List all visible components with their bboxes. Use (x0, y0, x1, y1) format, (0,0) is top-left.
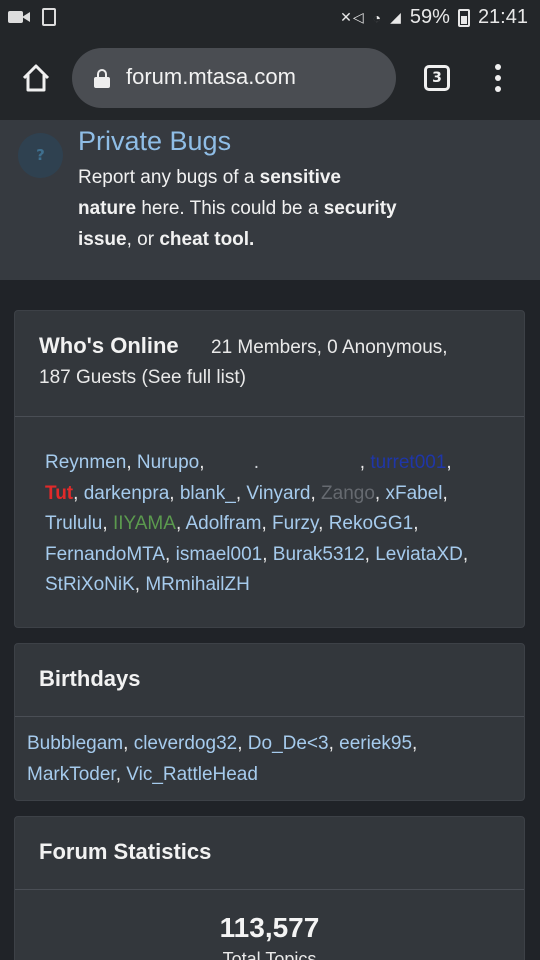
divider (15, 716, 524, 717)
user-link[interactable]: RekoGG1 (329, 513, 413, 534)
user-link[interactable]: ismael001 (176, 544, 263, 565)
online-users-list: Reynmen, Nurupo, ., turret001, Tut, dark… (45, 448, 515, 601)
address-bar[interactable]: forum.mtasa.com (72, 48, 396, 108)
status-bar: ✕◁ ◔ ◢ 59% 21:41 (0, 0, 540, 36)
total-topics-value: 113,577 (219, 912, 320, 943)
tab-switcher-button[interactable]: 3 (424, 65, 450, 91)
user-link[interactable]: Vic_RattleHead (126, 764, 258, 785)
user-link[interactable]: Furzy (272, 513, 318, 534)
mute-icon: ✕◁ (340, 9, 365, 25)
url-text: forum.mtasa.com (126, 64, 296, 89)
lock-icon (94, 69, 110, 88)
user-link[interactable]: Burak5312 (273, 544, 365, 565)
online-summary-line-2[interactable]: 187 Guests (See full list) (39, 363, 246, 393)
user-link[interactable]: MarkToder (27, 764, 116, 785)
signal-icon: ◢ (390, 9, 402, 25)
browser-toolbar: forum.mtasa.com 3 (0, 36, 540, 120)
user-link[interactable]: xFabel (385, 483, 442, 504)
user-link[interactable]: blank_ (180, 483, 236, 504)
user-link[interactable]: darkenpra (84, 483, 170, 504)
wifi-icon: ◔ (372, 9, 383, 26)
forum-unread-icon: ? (18, 133, 63, 178)
whos-online-panel: Who's Online 21 Members, 0 Anonymous, 18… (14, 310, 525, 628)
user-link[interactable]: LeviataXD (375, 544, 463, 565)
forum-description: Report any bugs of a sensitive nature her… (78, 167, 397, 250)
user-link[interactable]: MRmihailZH (145, 574, 250, 595)
user-link[interactable]: Zango (321, 483, 375, 504)
overflow-menu-icon[interactable] (494, 64, 502, 94)
user-link[interactable]: turret001 (370, 452, 446, 473)
user-link[interactable]: eeriek95 (339, 733, 412, 754)
forum-statistics-panel: Forum Statistics 113,577 Total Topics (14, 816, 525, 960)
forum-title[interactable]: Private Bugs (78, 126, 231, 157)
user-link[interactable]: Do_De<3 (248, 733, 329, 754)
clock: 21:41 (477, 6, 528, 28)
user-link[interactable]: Vinyard (246, 483, 310, 504)
recycle-icon (42, 8, 56, 26)
battery-percent: 59% (409, 6, 450, 28)
user-link[interactable]: IIYAMA (113, 513, 176, 534)
user-link-hidden[interactable]: . (210, 448, 360, 479)
user-link[interactable]: Adolfram (185, 513, 261, 534)
video-icon (8, 10, 32, 24)
online-summary-line-1: 21 Members, 0 Anonymous, (211, 337, 448, 358)
user-link[interactable]: Nurupo (137, 452, 199, 473)
whos-online-title: Who's Online (39, 333, 179, 358)
forum-statistics-title: Forum Statistics (39, 839, 212, 864)
user-link[interactable]: Trululu (45, 513, 102, 534)
user-link[interactable]: Bubblegam (27, 733, 123, 754)
divider (15, 889, 524, 890)
forum-row-private-bugs[interactable]: ? Private Bugs Report any bugs of a sens… (0, 120, 540, 280)
total-topics-label: Total Topics (222, 949, 317, 960)
divider (15, 416, 524, 417)
home-icon[interactable] (20, 62, 52, 94)
birthdays-title: Birthdays (39, 666, 141, 691)
battery-icon (457, 8, 470, 27)
user-link[interactable]: Tut (45, 483, 73, 504)
user-link[interactable]: StRiXoNiK (45, 574, 135, 595)
birthday-users-list: Bubblegam, cleverdog32, Do_De<3, eeriek9… (27, 733, 418, 785)
user-link[interactable]: Reynmen (45, 452, 126, 473)
user-link[interactable]: cleverdog32 (134, 733, 238, 754)
birthdays-panel: Birthdays Bubblegam, cleverdog32, Do_De<… (14, 643, 525, 801)
user-link[interactable]: FernandoMTA (45, 544, 165, 565)
